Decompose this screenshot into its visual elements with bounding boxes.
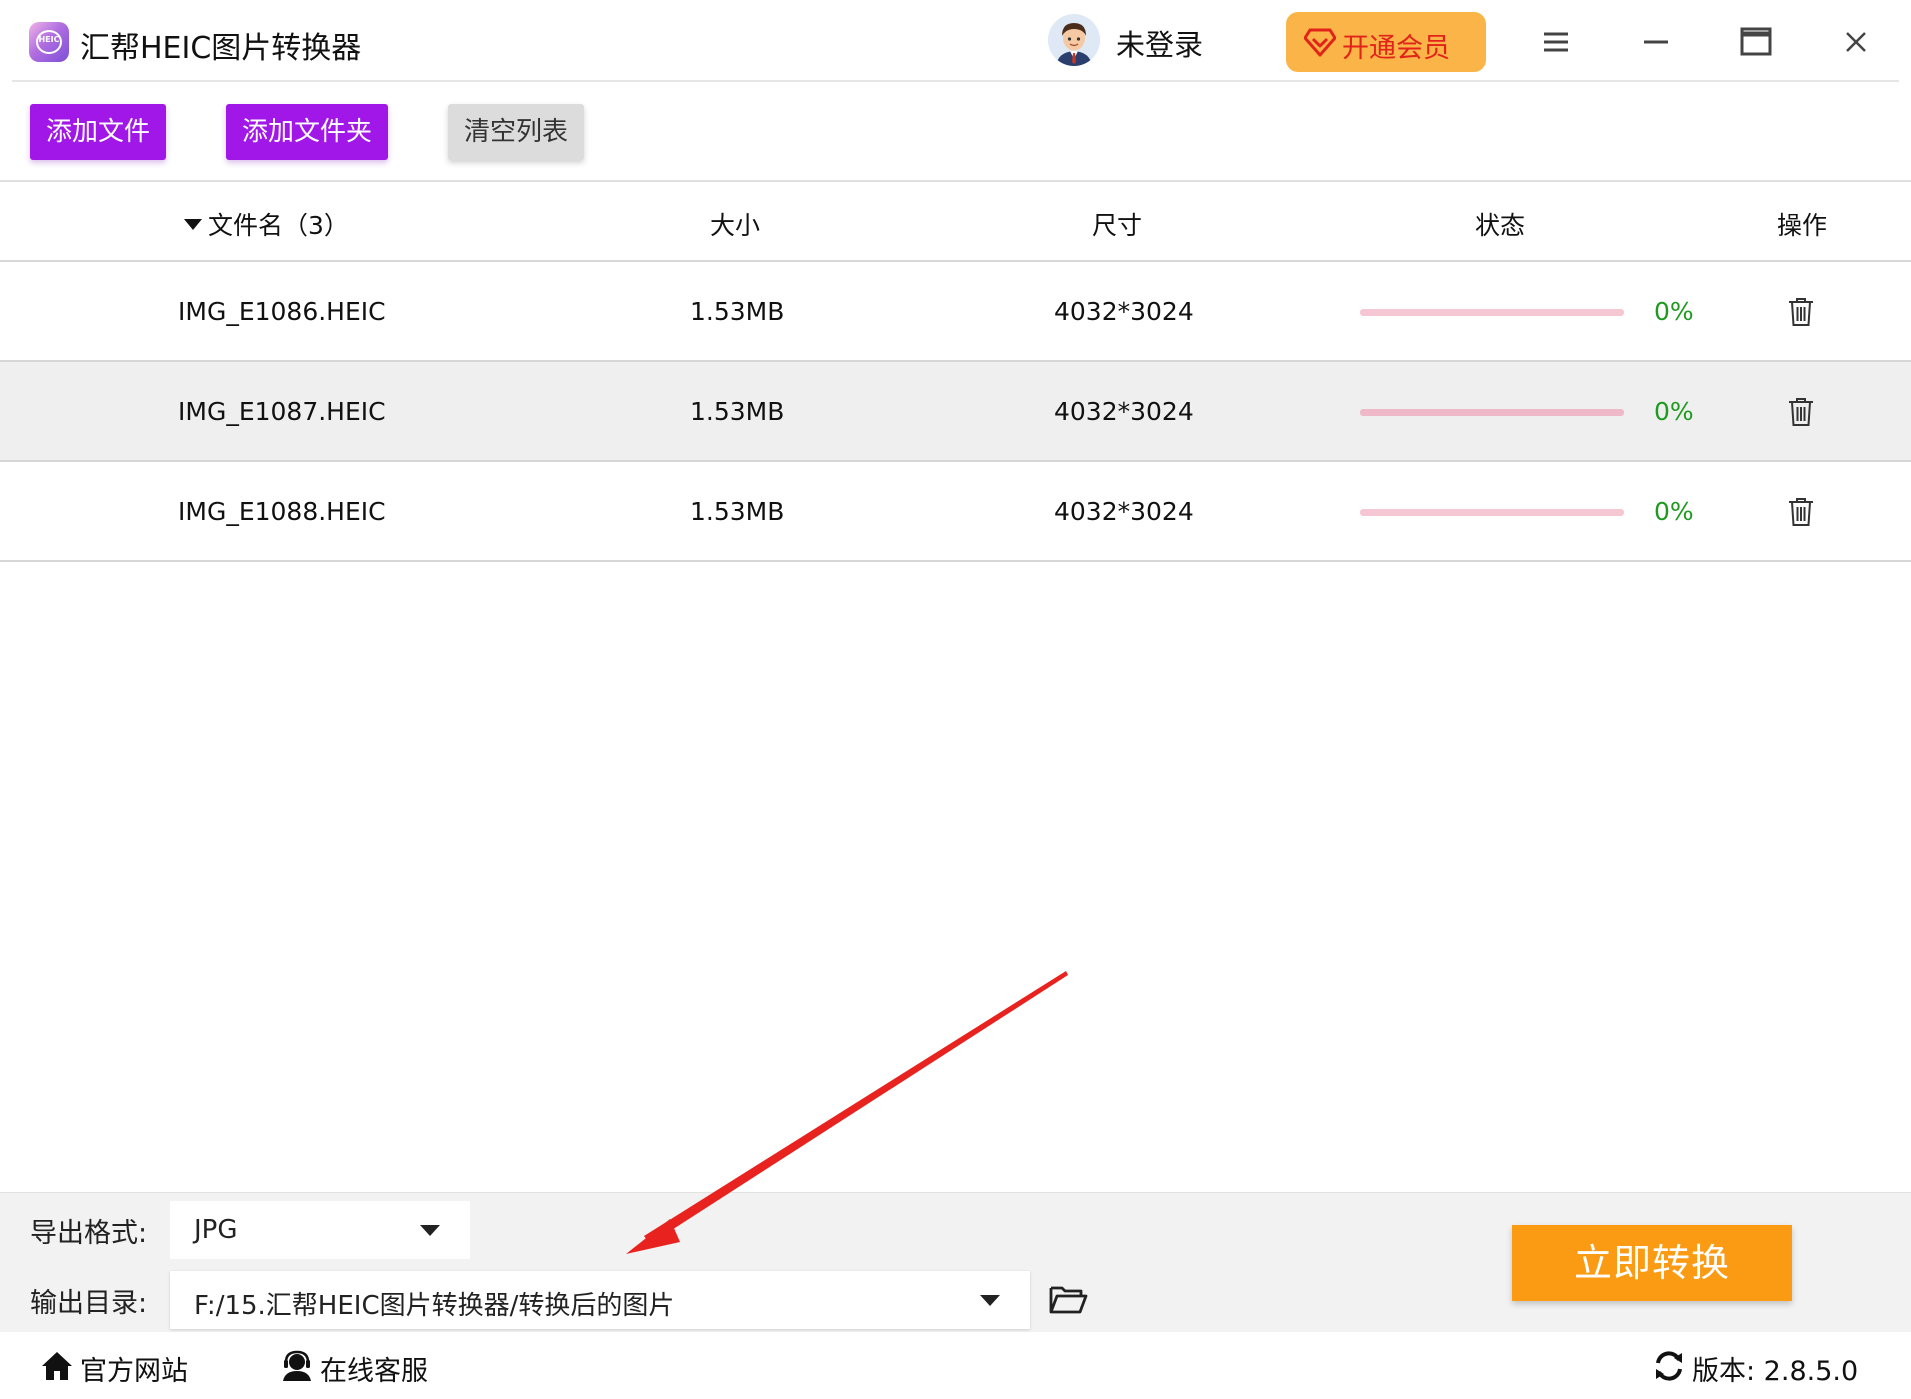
add-folder-button[interactable]: 添加文件夹: [226, 104, 388, 160]
output-dir-value: F:/15.汇帮HEIC图片转换器/转换后的图片: [194, 1291, 675, 1321]
official-site-link[interactable]: 官方网站: [40, 1347, 210, 1387]
app-title: 汇帮HEIC图片转换器: [80, 31, 362, 66]
title-bar: HEIC 汇帮HEIC图片转换器 未登录 开通会员: [0, 0, 1911, 82]
file-size: 1.53MB: [690, 297, 785, 326]
progress-percent: 0%: [1654, 397, 1694, 426]
progress-percent: 0%: [1654, 497, 1694, 526]
file-name: IMG_E1088.HEIC: [178, 497, 386, 526]
column-header-size: 大小: [710, 211, 761, 240]
trash-icon[interactable]: [1786, 296, 1816, 328]
vip-gem-icon: [1304, 28, 1336, 57]
output-dir-label: 输出目录:: [30, 1288, 148, 1319]
vip-membership-button[interactable]: 开通会员: [1286, 12, 1486, 72]
export-format-value: JPG: [194, 1215, 238, 1245]
official-site-label: 官方网站: [80, 1356, 188, 1387]
progress-percent: 0%: [1654, 297, 1694, 326]
file-size: 1.53MB: [690, 397, 785, 426]
version-label: 版本: 2.8.5.0: [1692, 1356, 1859, 1387]
output-dir-select[interactable]: F:/15.汇帮HEIC图片转换器/转换后的图片: [170, 1271, 1030, 1329]
add-file-button[interactable]: 添加文件: [30, 104, 166, 160]
vip-button-label: 开通会员: [1342, 33, 1450, 64]
app-logo-icon: HEIC: [29, 22, 69, 62]
minimize-icon[interactable]: [1628, 14, 1684, 70]
maximize-icon[interactable]: [1728, 14, 1784, 70]
online-service-link[interactable]: 在线客服: [280, 1347, 450, 1387]
column-header-status: 状态: [1475, 211, 1526, 240]
sort-caret-icon: [184, 218, 202, 230]
column-header-name[interactable]: 文件名（3）: [184, 206, 349, 242]
version-info: 版本: 2.8.5.0: [1652, 1347, 1872, 1387]
file-dimensions: 4032*3024: [1054, 397, 1194, 426]
file-name: IMG_E1087.HEIC: [178, 397, 386, 426]
convert-now-button[interactable]: 立即转换: [1512, 1225, 1792, 1301]
trash-icon[interactable]: [1786, 496, 1816, 528]
avatar-icon[interactable]: [1048, 14, 1100, 66]
table-row[interactable]: IMG_E1088.HEIC 1.53MB 4032*3024 0%: [0, 462, 1911, 562]
file-dimensions: 4032*3024: [1054, 497, 1194, 526]
close-icon[interactable]: [1828, 14, 1884, 70]
progress-bar: [1360, 309, 1624, 316]
title-divider: [12, 80, 1899, 82]
menu-icon[interactable]: [1528, 14, 1584, 70]
table-row[interactable]: IMG_E1087.HEIC 1.53MB 4032*3024 0%: [0, 362, 1911, 462]
online-service-label: 在线客服: [320, 1356, 428, 1387]
chevron-down-icon: [980, 1295, 1000, 1306]
clear-list-button[interactable]: 清空列表: [448, 104, 584, 160]
file-size: 1.53MB: [690, 497, 785, 526]
column-header-dimensions: 尺寸: [1092, 211, 1143, 240]
refresh-icon: [1656, 1351, 1682, 1381]
settings-panel: 导出格式: JPG 输出目录: F:/15.汇帮HEIC图片转换器/转换后的图片…: [0, 1192, 1911, 1332]
footer: 官方网站 在线客服 版本: 2.8.5.0: [0, 1333, 1911, 1399]
table-row[interactable]: IMG_E1086.HEIC 1.53MB 4032*3024 0%: [0, 262, 1911, 362]
progress-bar: [1360, 409, 1624, 416]
table-header: 文件名（3） 大小 尺寸 状态 操作: [0, 182, 1911, 260]
home-icon: [42, 1352, 72, 1380]
trash-icon[interactable]: [1786, 396, 1816, 428]
customer-service-icon: [283, 1350, 311, 1381]
progress-bar: [1360, 509, 1624, 516]
folder-open-icon[interactable]: [1048, 1279, 1088, 1319]
chevron-down-icon: [420, 1225, 440, 1236]
column-header-operation: 操作: [1777, 211, 1828, 240]
login-status-label[interactable]: 未登录: [1116, 22, 1203, 64]
export-format-select[interactable]: JPG: [170, 1201, 470, 1259]
file-dimensions: 4032*3024: [1054, 297, 1194, 326]
file-name: IMG_E1086.HEIC: [178, 297, 386, 326]
export-format-label: 导出格式:: [30, 1218, 148, 1249]
